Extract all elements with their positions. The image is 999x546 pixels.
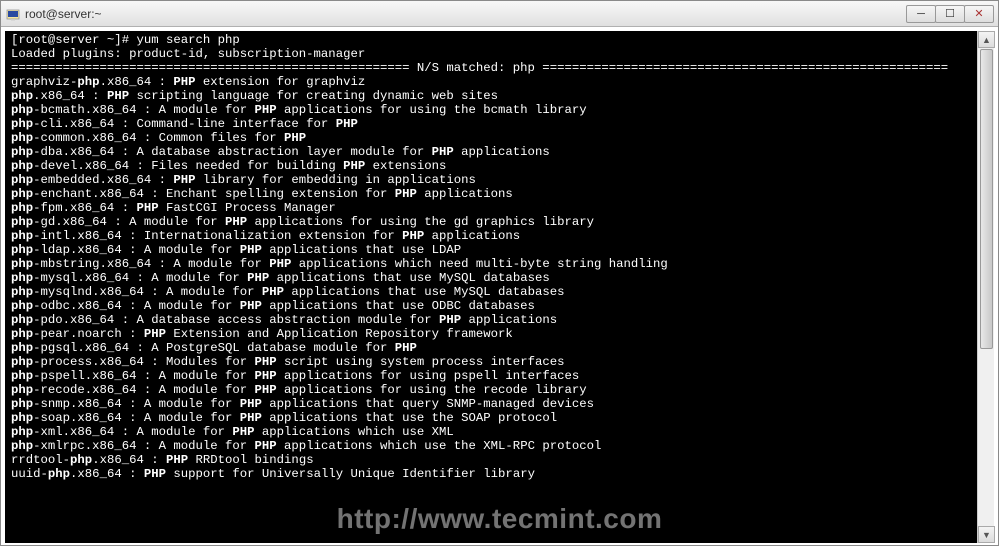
maximize-button[interactable]: ☐ — [935, 5, 965, 23]
minimize-button[interactable]: ─ — [906, 5, 936, 23]
close-icon: ✕ — [974, 7, 983, 20]
scrollbar[interactable]: ▲ ▼ — [977, 31, 994, 543]
maximize-icon: ☐ — [945, 7, 955, 20]
scrollbar-thumb[interactable] — [980, 49, 993, 349]
terminal[interactable]: [root@server ~]# yum search php Loaded p… — [5, 31, 994, 543]
putty-icon — [5, 6, 21, 22]
window-controls: ─ ☐ ✕ — [907, 5, 994, 23]
scroll-up-arrow[interactable]: ▲ — [978, 31, 995, 48]
scroll-down-arrow[interactable]: ▼ — [978, 526, 995, 543]
putty-window: root@server:~ ─ ☐ ✕ [root@server ~]# yum… — [0, 0, 999, 546]
titlebar[interactable]: root@server:~ ─ ☐ ✕ — [1, 1, 998, 27]
close-button[interactable]: ✕ — [964, 5, 994, 23]
window-title: root@server:~ — [25, 7, 907, 21]
minimize-icon: ─ — [917, 8, 925, 20]
